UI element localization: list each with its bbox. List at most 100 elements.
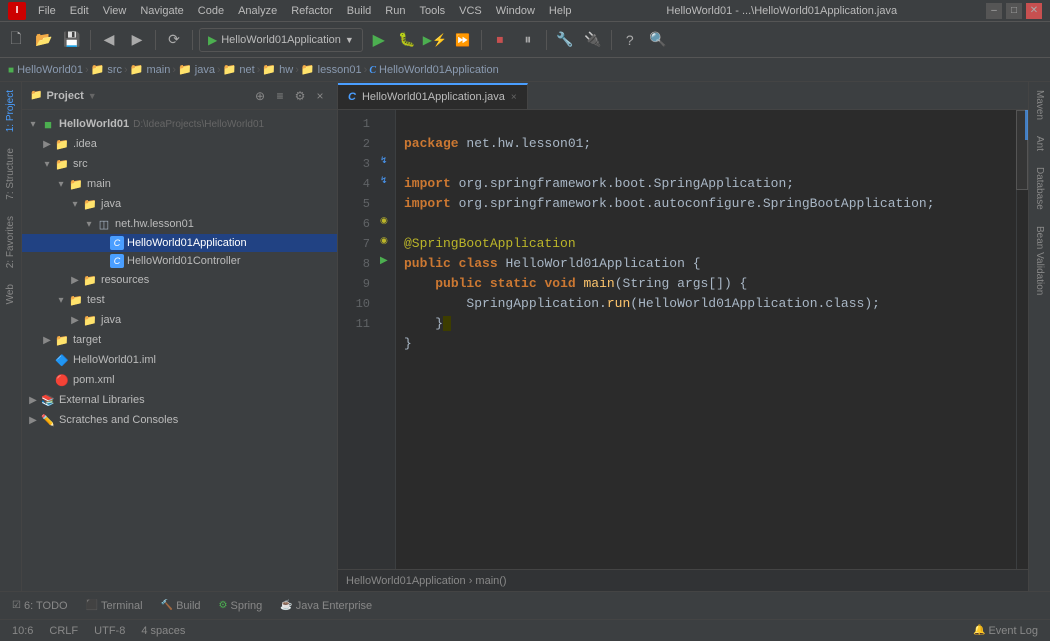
run-gutter-icon[interactable]: ▶: [380, 255, 388, 266]
window-controls: – □ ✕: [986, 3, 1042, 19]
bottom-tab-terminal[interactable]: ⬛ Terminal: [78, 595, 151, 617]
profile-btn[interactable]: ⏩: [451, 28, 475, 52]
toolbar-forward-btn[interactable]: ▶: [125, 28, 149, 52]
toolbar-search-everywhere-btn[interactable]: 🔍: [646, 28, 670, 52]
tree-item-controller-class[interactable]: C HelloWorld01Controller: [22, 252, 337, 270]
source-root-icon: 📁: [82, 196, 98, 212]
run-with-coverage-btn[interactable]: ▶⚡: [423, 28, 447, 52]
menu-window[interactable]: Window: [490, 3, 541, 19]
toolbar-pause-btn[interactable]: ⏸: [516, 28, 540, 52]
breadcrumb-src[interactable]: 📁 src: [91, 63, 122, 76]
arrow-icon: ▾: [82, 219, 96, 230]
editor-tab-main[interactable]: C HelloWorld01Application.java ×: [338, 83, 528, 109]
toolbar-stop-btn[interactable]: ⏹: [488, 28, 512, 52]
menu-tools[interactable]: Tools: [413, 3, 451, 19]
tree-item-root[interactable]: ▾ ■ HelloWorld01 D:\IdeaProjects\HelloWo…: [22, 114, 337, 134]
status-encoding[interactable]: UTF-8: [90, 625, 129, 637]
toolbar-back-btn[interactable]: ◀: [97, 28, 121, 52]
status-cursor-position[interactable]: 10:6: [8, 625, 37, 637]
minimap: [1016, 110, 1028, 569]
menu-vcs[interactable]: VCS: [453, 3, 488, 19]
tree-item-test[interactable]: ▾ 📁 test: [22, 290, 337, 310]
project-panel-header: 📁 Project ▼ ⊕ ≡ ⚙ ×: [22, 82, 337, 110]
tree-item-main[interactable]: ▾ 📁 main: [22, 174, 337, 194]
right-tab-database[interactable]: Database: [1030, 159, 1049, 218]
sidebar-tab-favorites[interactable]: 2: Favorites: [1, 208, 20, 276]
menu-help[interactable]: Help: [543, 3, 578, 19]
tree-item-java-main[interactable]: ▾ 📁 java: [22, 194, 337, 214]
code-content[interactable]: package net.hw.lesson01; import org.spri…: [396, 110, 1016, 569]
arrow-icon: ▾: [40, 159, 54, 170]
breadcrumb-main[interactable]: 📁 main: [130, 63, 171, 76]
folder-icon: 📁: [54, 136, 70, 152]
sidebar-tab-project[interactable]: 1: Project: [1, 82, 20, 140]
tree-item-idea[interactable]: ▶ 📁 .idea: [22, 134, 337, 154]
menu-navigate[interactable]: Navigate: [134, 3, 189, 19]
breadcrumb-lesson01[interactable]: 📁 lesson01: [301, 63, 362, 76]
breadcrumb-hw[interactable]: 📁 hw: [262, 63, 293, 76]
breadcrumb-class[interactable]: C HelloWorld01Application: [369, 64, 498, 76]
right-tab-maven[interactable]: Maven: [1030, 82, 1049, 128]
tree-item-resources[interactable]: ▶ 📁 resources: [22, 270, 337, 290]
breadcrumb-helloworld01[interactable]: ■ HelloWorld01: [8, 64, 83, 76]
panel-close-btn[interactable]: ×: [311, 87, 329, 105]
breadcrumb-net[interactable]: 📁 net: [223, 63, 255, 76]
tree-item-src[interactable]: ▾ 📁 src: [22, 154, 337, 174]
status-line-ending[interactable]: CRLF: [45, 625, 82, 637]
toolbar-sdk-btn[interactable]: 🔌: [581, 28, 605, 52]
tree-item-ext-libs[interactable]: ▶ 📚 External Libraries: [22, 390, 337, 410]
toolbar-open-btn[interactable]: 📂: [32, 28, 56, 52]
debug-button[interactable]: 🐛: [395, 28, 419, 52]
locate-file-btn[interactable]: ⊕: [251, 87, 269, 105]
toolbar-settings-btn[interactable]: 🔧: [553, 28, 577, 52]
bottom-tab-java-enterprise[interactable]: ☕ Java Enterprise: [272, 595, 380, 617]
sidebar-tab-structure[interactable]: 7: Structure: [1, 140, 20, 208]
tree-item-main-class[interactable]: C HelloWorld01Application: [22, 234, 337, 252]
module-icon: ■: [40, 116, 56, 132]
toolbar-sync-btn[interactable]: ⟳: [162, 28, 186, 52]
tree-item-target[interactable]: ▶ 📁 target: [22, 330, 337, 350]
tree-item-scratches[interactable]: ▶ ✏️ Scratches and Consoles: [22, 410, 337, 430]
tab-close-btn[interactable]: ×: [511, 92, 517, 103]
toolbar-save-btn[interactable]: 💾: [60, 28, 84, 52]
menu-code[interactable]: Code: [192, 3, 230, 19]
toolbar-sep1: [90, 30, 91, 50]
arrow-icon: ▶: [68, 275, 82, 286]
collapse-all-btn[interactable]: ≡: [271, 87, 289, 105]
bottom-tab-todo[interactable]: ☑ 6: TODO: [4, 595, 76, 617]
tree-item-iml[interactable]: 🔷 HelloWorld01.iml: [22, 350, 337, 370]
breadcrumb-java[interactable]: 📁 java: [178, 63, 215, 76]
toolbar-new-btn[interactable]: 🗋: [4, 28, 28, 52]
minimize-button[interactable]: –: [986, 3, 1002, 19]
toolbar-sep3: [192, 30, 193, 50]
arrow-icon: ▾: [54, 179, 68, 190]
run-button[interactable]: ▶: [367, 28, 391, 52]
menu-view[interactable]: View: [97, 3, 133, 19]
maximize-button[interactable]: □: [1006, 3, 1022, 19]
bottom-tab-build[interactable]: 🔨 Build: [153, 595, 209, 617]
status-indent[interactable]: 4 spaces: [137, 625, 189, 637]
class-icon: C: [110, 236, 124, 250]
menu-refactor[interactable]: Refactor: [285, 3, 339, 19]
tree-item-java-test[interactable]: ▶ 📁 java: [22, 310, 337, 330]
toolbar: 🗋 📂 💾 ◀ ▶ ⟳ ▶ HelloWorld01Application ▼ …: [0, 22, 1050, 58]
tree-item-package[interactable]: ▾ ◫ net.hw.lesson01: [22, 214, 337, 234]
close-button[interactable]: ✕: [1026, 3, 1042, 19]
sidebar-tab-web[interactable]: Web: [1, 276, 20, 312]
minimap-scrollbar[interactable]: [1025, 110, 1028, 140]
menu-edit[interactable]: Edit: [64, 3, 95, 19]
right-tab-bean-validation[interactable]: Bean Validation: [1030, 218, 1049, 303]
toolbar-help-btn[interactable]: ?: [618, 28, 642, 52]
right-tab-ant[interactable]: Ant: [1030, 128, 1049, 159]
menu-file[interactable]: File: [32, 3, 62, 19]
panel-settings-btn[interactable]: ⚙: [291, 87, 309, 105]
bottom-tab-spring[interactable]: ⚙ Spring: [211, 595, 271, 617]
editor-breadcrumb-bar: HelloWorld01Application › main(): [338, 569, 1028, 591]
menu-build[interactable]: Build: [341, 3, 377, 19]
run-config-dropdown[interactable]: ▶ HelloWorld01Application ▼: [199, 28, 363, 52]
tree-item-pom[interactable]: 🔴 pom.xml: [22, 370, 337, 390]
bottom-tabs: ☑ 6: TODO ⬛ Terminal 🔨 Build ⚙ Spring ☕ …: [0, 591, 1050, 619]
menu-run[interactable]: Run: [379, 3, 411, 19]
menu-analyze[interactable]: Analyze: [232, 3, 283, 19]
status-event-log[interactable]: 🔔 Event Log: [969, 625, 1042, 637]
